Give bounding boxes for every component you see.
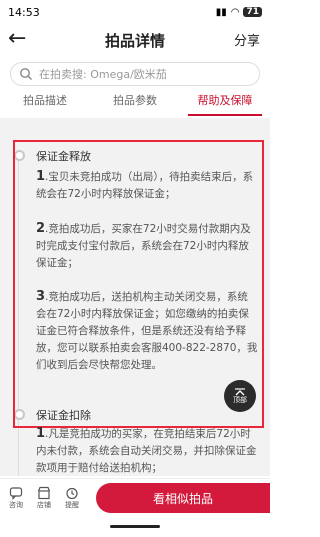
- search-placeholder: 在拍卖搜: Omega/欧米茄: [39, 68, 167, 81]
- signal-icon: ▮▮: [215, 6, 227, 18]
- remind-button[interactable]: 提醒: [58, 486, 86, 510]
- home-gesture-bar[interactable]: [110, 525, 160, 528]
- list-item: 1.宝贝未竞拍成功（出局），待拍卖结束后，系统会在72小时内释放保证金；: [36, 168, 258, 203]
- battery-icon: 71: [243, 7, 262, 17]
- item-text: .凡是竞拍成功的买家，在竞拍结束后72小时内未付款，系统会自动关闭交易，并扣除保…: [36, 428, 257, 474]
- status-icons: ▮▮ ◠ 71: [216, 7, 262, 18]
- tab-parameters[interactable]: 拍品参数: [90, 90, 180, 116]
- remind-label: 提醒: [65, 501, 79, 509]
- item-text: .宝贝未竞拍成功（出局），待拍卖结束后，系统会在72小时内释放保证金；: [36, 171, 254, 200]
- item-number: 2: [36, 221, 46, 236]
- share-button[interactable]: 分享: [234, 30, 260, 49]
- tab-bar: 拍品描述 拍品参数 帮助及保障: [0, 90, 270, 116]
- title-bar: ← 拍品详情 分享: [0, 24, 270, 56]
- back-to-top-label: 顶部: [233, 396, 247, 404]
- system-nav-bar: [0, 516, 270, 537]
- search-input[interactable]: 在拍卖搜: Omega/欧米茄: [10, 62, 260, 86]
- shop-label: 店铺: [37, 501, 51, 509]
- view-similar-button[interactable]: 看相似拍品: [96, 483, 270, 513]
- list-item: 1.凡是竞拍成功的买家，在竞拍结束后72小时内未付款，系统会自动关闭交易，并扣除…: [36, 425, 258, 476]
- tab-description[interactable]: 拍品描述: [0, 90, 90, 116]
- page-title: 拍品详情: [104, 31, 165, 50]
- section-title: 保证金释放: [36, 150, 91, 163]
- item-number: 1: [36, 426, 46, 441]
- status-time: 14:53: [8, 5, 40, 19]
- list-item: 2.竞拍成功后，买家在72小时交易付款期内及时完成支付宝付款后，系统会在72小时…: [36, 220, 258, 272]
- section-title: 保证金扣除: [36, 409, 91, 422]
- back-icon[interactable]: ←: [8, 26, 26, 52]
- shop-icon: [37, 486, 51, 500]
- item-text: .竞拍成功后，送拍机构主动关闭交易，系统会在72小时内释放保证金；如您缴纳的拍卖…: [36, 291, 258, 371]
- help-content: 保证金释放 1.宝贝未竞拍成功（出局），待拍卖结束后，系统会在72小时内释放保证…: [0, 118, 270, 476]
- search-icon: [20, 68, 32, 80]
- tab-help[interactable]: 帮助及保障: [180, 90, 270, 116]
- bottom-action-bar: 咨询 店铺 提醒 看相似拍品: [0, 478, 270, 517]
- chat-icon: [9, 487, 23, 500]
- shop-button[interactable]: 店铺: [30, 486, 58, 510]
- arrow-up-icon: [235, 388, 245, 396]
- wifi-icon: ◠: [230, 6, 240, 18]
- list-item: 3.竞拍成功后，送拍机构主动关闭交易，系统会在72小时内释放保证金；如您缴纳的拍…: [36, 288, 258, 374]
- item-number: 3: [36, 289, 46, 304]
- back-to-top-button[interactable]: 顶部: [224, 380, 256, 412]
- consult-button[interactable]: 咨询: [2, 486, 30, 510]
- status-bar: 14:53 ▮▮ ◠ 71: [0, 0, 270, 24]
- item-text: .竞拍成功后，买家在72小时交易付款期内及时完成支付宝付款后，系统会在72小时内…: [36, 223, 251, 269]
- alarm-icon: [66, 487, 78, 500]
- consult-label: 咨询: [9, 501, 23, 509]
- item-number: 1: [36, 169, 46, 184]
